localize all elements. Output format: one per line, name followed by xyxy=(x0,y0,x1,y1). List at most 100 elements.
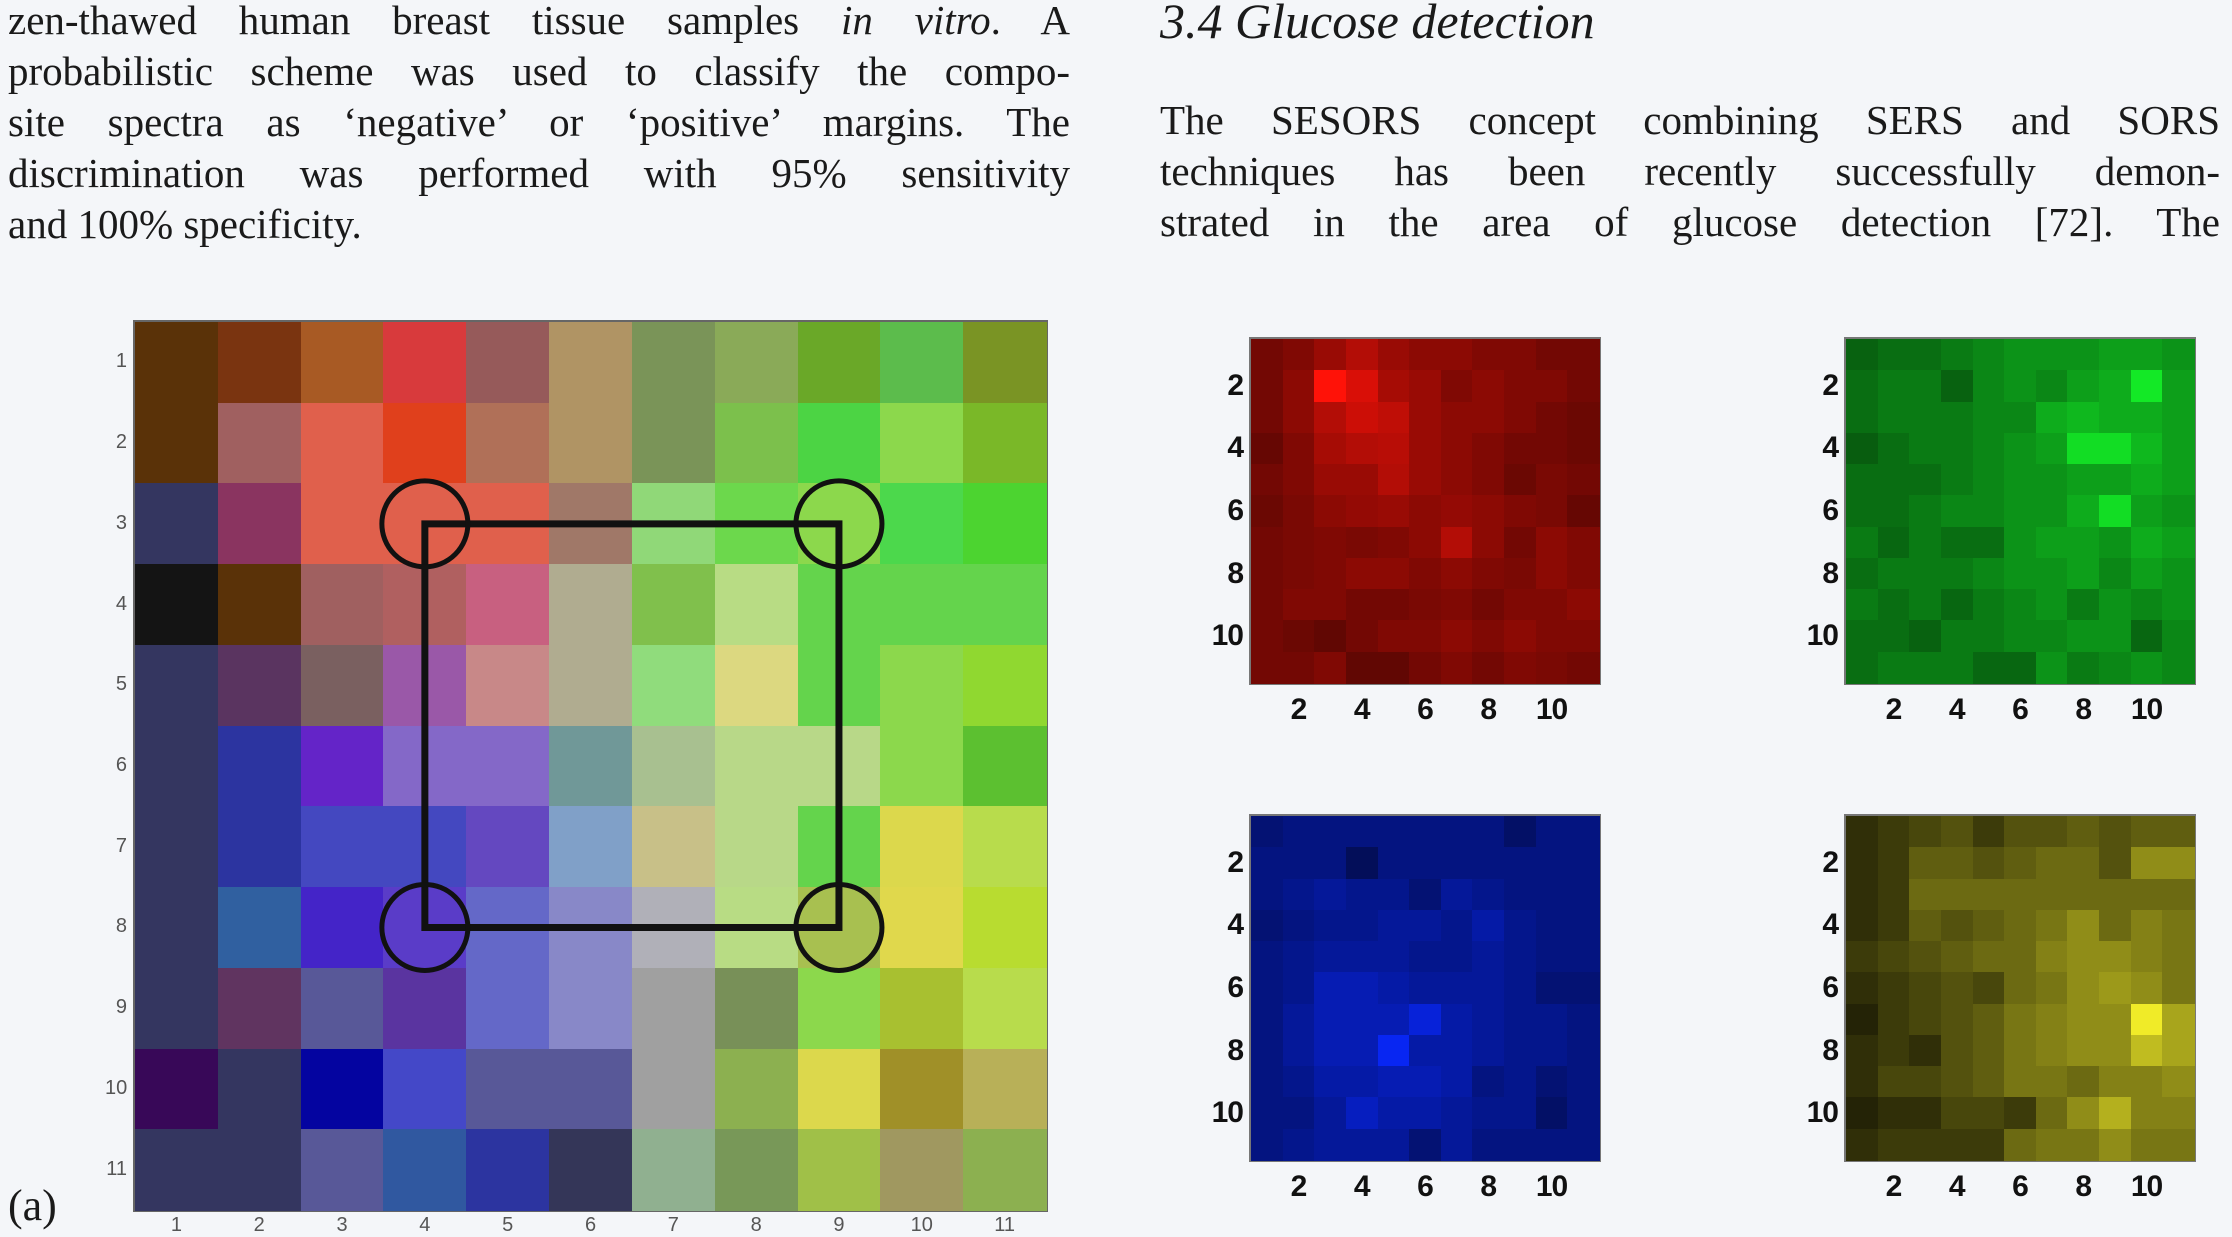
heatmap-cell xyxy=(2099,620,2132,653)
heatmap-cell xyxy=(1282,339,1316,372)
heatmap-cell xyxy=(1909,941,1942,974)
heatmap-cell xyxy=(1877,1066,1911,1099)
heatmap-cell xyxy=(2035,401,2069,434)
heatmap-cell xyxy=(1314,620,1347,653)
heatmap-cell xyxy=(1377,557,1411,591)
heatmap-cell xyxy=(1535,878,1569,911)
heatmap-cell xyxy=(1846,1003,1879,1036)
heatmap-cell xyxy=(135,564,219,646)
heatmap-cell xyxy=(2130,847,2164,880)
heatmap-cell xyxy=(1345,589,1379,622)
y-tick-label: 10 xyxy=(1806,619,1839,653)
y-tick-label: 10 xyxy=(105,1076,128,1099)
heatmap-cell xyxy=(1909,589,1942,622)
heatmap-cell xyxy=(2130,401,2164,434)
heatmap-cell xyxy=(1472,941,1506,974)
heatmap-cell xyxy=(1314,816,1347,849)
heatmap-cell xyxy=(1940,1034,1974,1068)
heatmap-cell xyxy=(2162,847,2195,880)
heatmap-cell xyxy=(797,887,882,969)
heatmap-cell xyxy=(1972,941,2006,974)
heatmap-cell xyxy=(1877,401,1911,434)
heatmap-cell xyxy=(2099,589,2132,622)
heatmap-cell xyxy=(1567,432,1600,466)
heatmap-cell xyxy=(1972,1097,2006,1130)
heatmap-cell xyxy=(1282,847,1316,880)
heatmap-cell xyxy=(135,887,219,969)
heatmap-cell xyxy=(1972,909,2006,943)
heatmap-cell xyxy=(1345,339,1379,372)
heatmap-cell xyxy=(1940,1003,1974,1036)
heatmap-cell xyxy=(300,1048,385,1131)
text-line: and 100% specificity. xyxy=(8,201,362,247)
heatmap-cell xyxy=(880,887,965,969)
heatmap-cell xyxy=(549,1048,633,1131)
heatmap-cell xyxy=(1377,972,1411,1005)
y-tick-label: 10 xyxy=(1806,1096,1839,1130)
heatmap-cell xyxy=(2067,589,2101,622)
heatmap-cell xyxy=(1846,878,1879,911)
heatmap-cell xyxy=(1535,495,1569,528)
heatmap-cell xyxy=(1877,816,1911,849)
heatmap-cell xyxy=(797,806,882,889)
heatmap-cell xyxy=(2130,1128,2164,1161)
heatmap-cell xyxy=(1504,401,1537,434)
heatmap-cell xyxy=(1282,526,1316,559)
heatmap-cell xyxy=(1504,1003,1537,1036)
heatmap-cell xyxy=(1282,651,1316,684)
y-tick-label: 2 xyxy=(115,431,127,454)
heatmap-cell xyxy=(2004,557,2037,591)
y-tick-label: 6 xyxy=(1822,971,1839,1004)
heatmap-cell xyxy=(1909,816,1942,849)
heatmap-cell xyxy=(1567,620,1600,653)
heatmap-cell xyxy=(135,1129,219,1211)
heatmap-cell xyxy=(1282,1003,1316,1036)
heatmap-cell xyxy=(135,402,219,485)
heatmap-cell xyxy=(1504,651,1537,684)
x-tick-label: 5 xyxy=(502,1214,514,1236)
heatmap-cell xyxy=(1314,495,1347,528)
heatmap-cell xyxy=(1940,339,1974,372)
heatmap-cell xyxy=(1972,432,2006,466)
heatmap-cell xyxy=(1940,972,1974,1005)
heatmap-cell xyxy=(1567,1003,1600,1036)
heatmap-cell xyxy=(1972,1034,2006,1068)
heatmap-cell xyxy=(1409,847,1442,880)
heatmap-cell xyxy=(2162,1003,2195,1036)
y-tick-label: 6 xyxy=(1822,494,1839,527)
heatmap-cell xyxy=(2067,557,2101,591)
heatmap-cell xyxy=(1314,557,1347,591)
heatmap-cell xyxy=(963,1048,1047,1131)
heatmap-cell xyxy=(2035,370,2069,403)
heatmap-cell xyxy=(466,725,551,808)
heatmap-cell xyxy=(2067,495,2101,528)
heatmap-cell xyxy=(1567,941,1600,974)
heatmap-cell xyxy=(1972,847,2006,880)
heatmap-cell xyxy=(2004,620,2037,653)
heatmap-cell xyxy=(1846,1066,1879,1099)
heatmap-cell xyxy=(1472,401,1506,434)
heatmap-cell xyxy=(1440,370,1474,403)
heatmap-cell xyxy=(2035,526,2069,559)
heatmap-cell xyxy=(1567,972,1600,1005)
heatmap-cell xyxy=(1345,1034,1379,1068)
heatmap-cell xyxy=(1877,370,1911,403)
heatmap-cell xyxy=(2162,432,2195,466)
x-tick-label: 8 xyxy=(2075,1170,2092,1203)
heatmap-cell xyxy=(1472,589,1506,622)
heatmap-cell xyxy=(1314,526,1347,559)
heatmap-cell xyxy=(1567,816,1600,849)
heatmap-cell xyxy=(1535,620,1569,653)
heatmap-cell xyxy=(1877,941,1911,974)
heatmap-cell xyxy=(135,644,219,727)
heatmap-cell xyxy=(2035,1003,2069,1036)
heatmap-cell xyxy=(1940,495,1974,528)
heatmap-cell xyxy=(1940,847,1974,880)
heatmap-cell xyxy=(714,322,799,404)
heatmap-cell xyxy=(1377,941,1411,974)
heatmap-cell xyxy=(1877,651,1911,684)
heatmap-cell xyxy=(1345,1066,1379,1099)
heatmap-cell xyxy=(466,1048,551,1131)
heatmap-cell xyxy=(2130,941,2164,974)
heatmap-cell xyxy=(1409,464,1442,497)
